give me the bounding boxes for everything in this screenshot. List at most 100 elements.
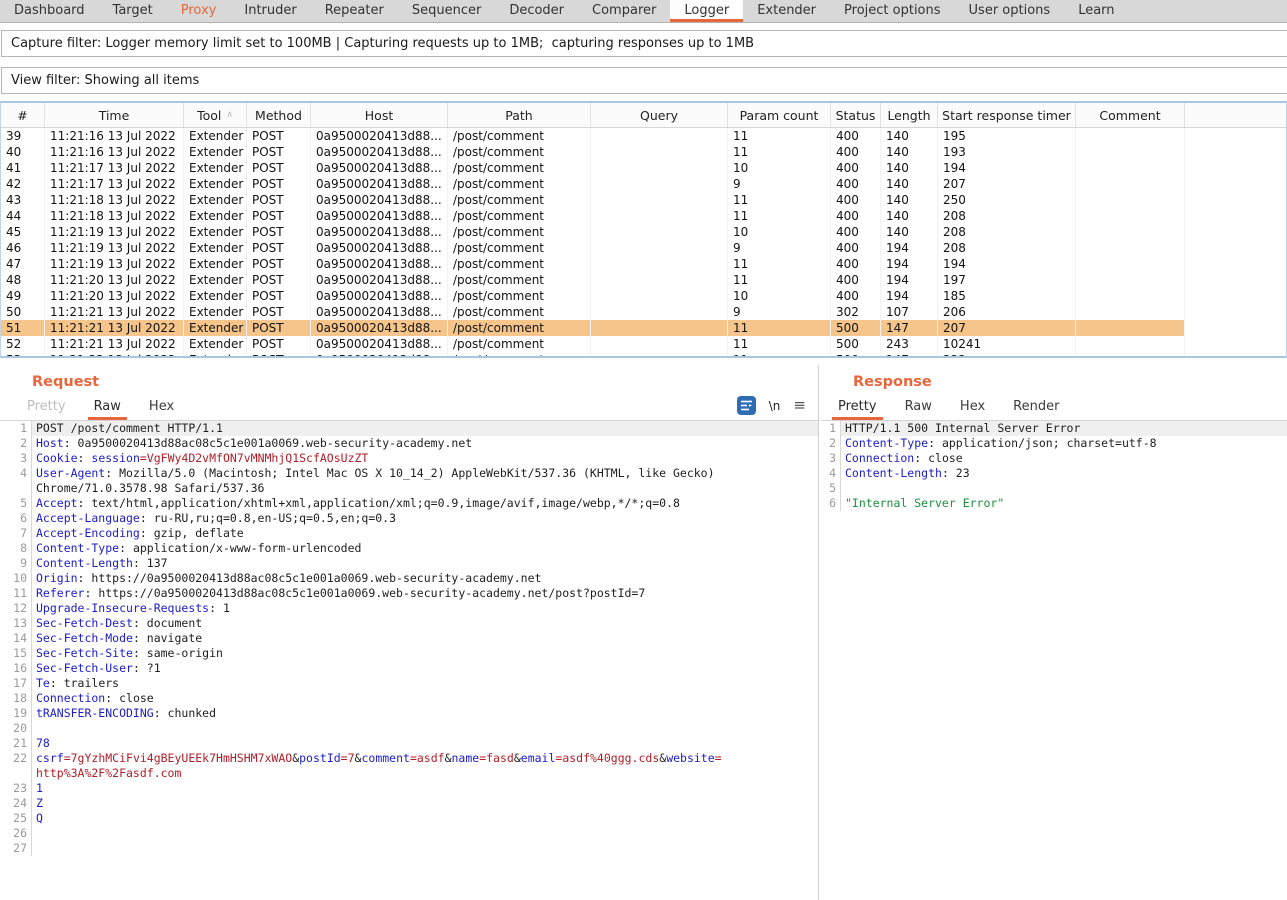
- cell-path: /post/comment: [448, 192, 591, 208]
- menu-tab-proxy[interactable]: Proxy: [167, 0, 231, 22]
- column-header-host[interactable]: Host: [311, 103, 448, 127]
- table-row[interactable]: 4311:21:18 13 Jul 2022ExtenderPOST0a9500…: [1, 192, 1286, 208]
- cell-query: [591, 288, 728, 304]
- cell-param-count: 11: [728, 256, 831, 272]
- menu-tab-user-options[interactable]: User options: [955, 0, 1065, 22]
- line-number: 4: [0, 466, 32, 481]
- table-row[interactable]: 5211:21:21 13 Jul 2022ExtenderPOST0a9500…: [1, 336, 1286, 352]
- cell-method: POST: [247, 256, 311, 272]
- cell-path: /post/comment: [448, 224, 591, 240]
- table-row[interactable]: 4211:21:17 13 Jul 2022ExtenderPOST0a9500…: [1, 176, 1286, 192]
- code-line: 3Connection: close: [821, 451, 1287, 466]
- cell-tool: Extender: [184, 272, 247, 288]
- cell-id: 44: [1, 208, 45, 224]
- cell-param-count: 9: [728, 304, 831, 320]
- column-header-length[interactable]: Length: [881, 103, 938, 127]
- response-tab-hex[interactable]: Hex: [948, 395, 997, 420]
- cell-host: 0a9500020413d88...: [311, 288, 448, 304]
- column-header-number[interactable]: #: [1, 103, 45, 127]
- menu-tab-intruder[interactable]: Intruder: [230, 0, 310, 22]
- response-editor[interactable]: 1HTTP/1.1 500 Internal Server Error2Cont…: [821, 421, 1287, 900]
- menu-tab-target[interactable]: Target: [99, 0, 167, 22]
- column-header-status[interactable]: Status: [831, 103, 881, 127]
- request-panel: Request PrettyRawHex \n ≡ 1POST /post/co…: [0, 365, 819, 900]
- table-row[interactable]: 4611:21:19 13 Jul 2022ExtenderPOST0a9500…: [1, 240, 1286, 256]
- column-header-start-response-timer[interactable]: Start response timer: [938, 103, 1076, 127]
- cell-query: [591, 144, 728, 160]
- column-header-comment[interactable]: Comment: [1076, 103, 1185, 127]
- table-row[interactable]: 4111:21:17 13 Jul 2022ExtenderPOST0a9500…: [1, 160, 1286, 176]
- line-number: 9: [0, 556, 32, 571]
- line-number: 1: [821, 421, 841, 436]
- table-row[interactable]: 5011:21:21 13 Jul 2022ExtenderPOST0a9500…: [1, 304, 1286, 320]
- code-line: 5: [821, 481, 1287, 496]
- logger-table[interactable]: #TimeTool∧MethodHostPathQueryParam count…: [0, 101, 1287, 358]
- line-number: 19: [0, 706, 32, 721]
- cell-length: 107: [881, 304, 938, 320]
- column-header-query[interactable]: Query: [591, 103, 728, 127]
- cell-status: 400: [831, 224, 881, 240]
- cell-comment: [1076, 256, 1185, 272]
- table-row[interactable]: 4811:21:20 13 Jul 2022ExtenderPOST0a9500…: [1, 272, 1286, 288]
- table-row[interactable]: 4011:21:16 13 Jul 2022ExtenderPOST0a9500…: [1, 144, 1286, 160]
- column-header-path[interactable]: Path: [448, 103, 591, 127]
- table-row[interactable]: 3911:21:16 13 Jul 2022ExtenderPOST0a9500…: [1, 128, 1286, 144]
- table-row[interactable]: 4511:21:19 13 Jul 2022ExtenderPOST0a9500…: [1, 224, 1286, 240]
- menu-tab-comparer[interactable]: Comparer: [578, 0, 670, 22]
- code-line: 24Z: [0, 796, 818, 811]
- menu-bar: DashboardTargetProxyIntruderRepeaterSequ…: [0, 0, 1287, 23]
- cell-query: [591, 208, 728, 224]
- cell-query: [591, 160, 728, 176]
- cell-path: /post/comment: [448, 288, 591, 304]
- table-row[interactable]: 5111:21:21 13 Jul 2022ExtenderPOST0a9500…: [1, 320, 1286, 336]
- table-row[interactable]: 5311:21:22 13 Jul 2022ExtenderPOST0a9500…: [1, 352, 1286, 358]
- table-row[interactable]: 4711:21:19 13 Jul 2022ExtenderPOST0a9500…: [1, 256, 1286, 272]
- cell-comment: [1076, 208, 1185, 224]
- editor-menu-icon[interactable]: ≡: [793, 396, 806, 415]
- cell-status: 400: [831, 128, 881, 144]
- request-tab-pretty[interactable]: Pretty: [15, 395, 78, 420]
- code-line: 18Connection: close: [0, 691, 818, 706]
- column-header-method[interactable]: Method: [247, 103, 311, 127]
- column-header-tool[interactable]: Tool∧: [184, 103, 247, 127]
- cell-path: /post/comment: [448, 240, 591, 256]
- table-row[interactable]: 4411:21:18 13 Jul 2022ExtenderPOST0a9500…: [1, 208, 1286, 224]
- cell-tool: Extender: [184, 352, 247, 358]
- cell-param-count: 11: [728, 336, 831, 352]
- menu-tab-sequencer[interactable]: Sequencer: [398, 0, 495, 22]
- column-header-param-count[interactable]: Param count: [728, 103, 831, 127]
- response-tab-raw[interactable]: Raw: [893, 395, 944, 420]
- cell-status: 500: [831, 352, 881, 358]
- cell-id: 53: [1, 352, 45, 358]
- menu-tab-decoder[interactable]: Decoder: [495, 0, 578, 22]
- cell-length: 194: [881, 272, 938, 288]
- menu-tab-dashboard[interactable]: Dashboard: [0, 0, 99, 22]
- table-row[interactable]: 4911:21:20 13 Jul 2022ExtenderPOST0a9500…: [1, 288, 1286, 304]
- request-editor[interactable]: 1POST /post/comment HTTP/1.12Host: 0a950…: [0, 421, 818, 900]
- view-filter-bar[interactable]: View filter: Showing all items: [1, 67, 1287, 94]
- response-tab-pretty[interactable]: Pretty: [826, 395, 889, 420]
- line-number: 3: [821, 451, 841, 466]
- column-header-time[interactable]: Time: [45, 103, 184, 127]
- cell-host: 0a9500020413d88...: [311, 240, 448, 256]
- cell-query: [591, 272, 728, 288]
- cell-param-count: 10: [728, 288, 831, 304]
- pretty-print-icon[interactable]: [737, 396, 756, 415]
- request-tab-raw[interactable]: Raw: [82, 395, 133, 420]
- cell-start-response-timer: 194: [938, 160, 1076, 176]
- cell-filler: [1185, 256, 1287, 272]
- menu-tab-learn[interactable]: Learn: [1064, 0, 1128, 22]
- code-line: 26: [0, 826, 818, 841]
- cell-id: 51: [1, 320, 45, 336]
- menu-tab-extender[interactable]: Extender: [743, 0, 830, 22]
- line-number: 5: [0, 496, 32, 511]
- cell-host: 0a9500020413d88...: [311, 144, 448, 160]
- response-tab-render[interactable]: Render: [1001, 395, 1071, 420]
- menu-tab-logger[interactable]: Logger: [670, 0, 743, 22]
- newline-toggle-icon[interactable]: \n: [769, 399, 781, 413]
- code-line: 22csrf=7gYzhMCiFvi4gBEyUEEk7HmHSHM7xWAO&…: [0, 751, 818, 766]
- request-tab-hex[interactable]: Hex: [137, 395, 186, 420]
- menu-tab-repeater[interactable]: Repeater: [311, 0, 398, 22]
- menu-tab-project-options[interactable]: Project options: [830, 0, 955, 22]
- capture-filter-bar[interactable]: Capture filter: Logger memory limit set …: [1, 30, 1287, 57]
